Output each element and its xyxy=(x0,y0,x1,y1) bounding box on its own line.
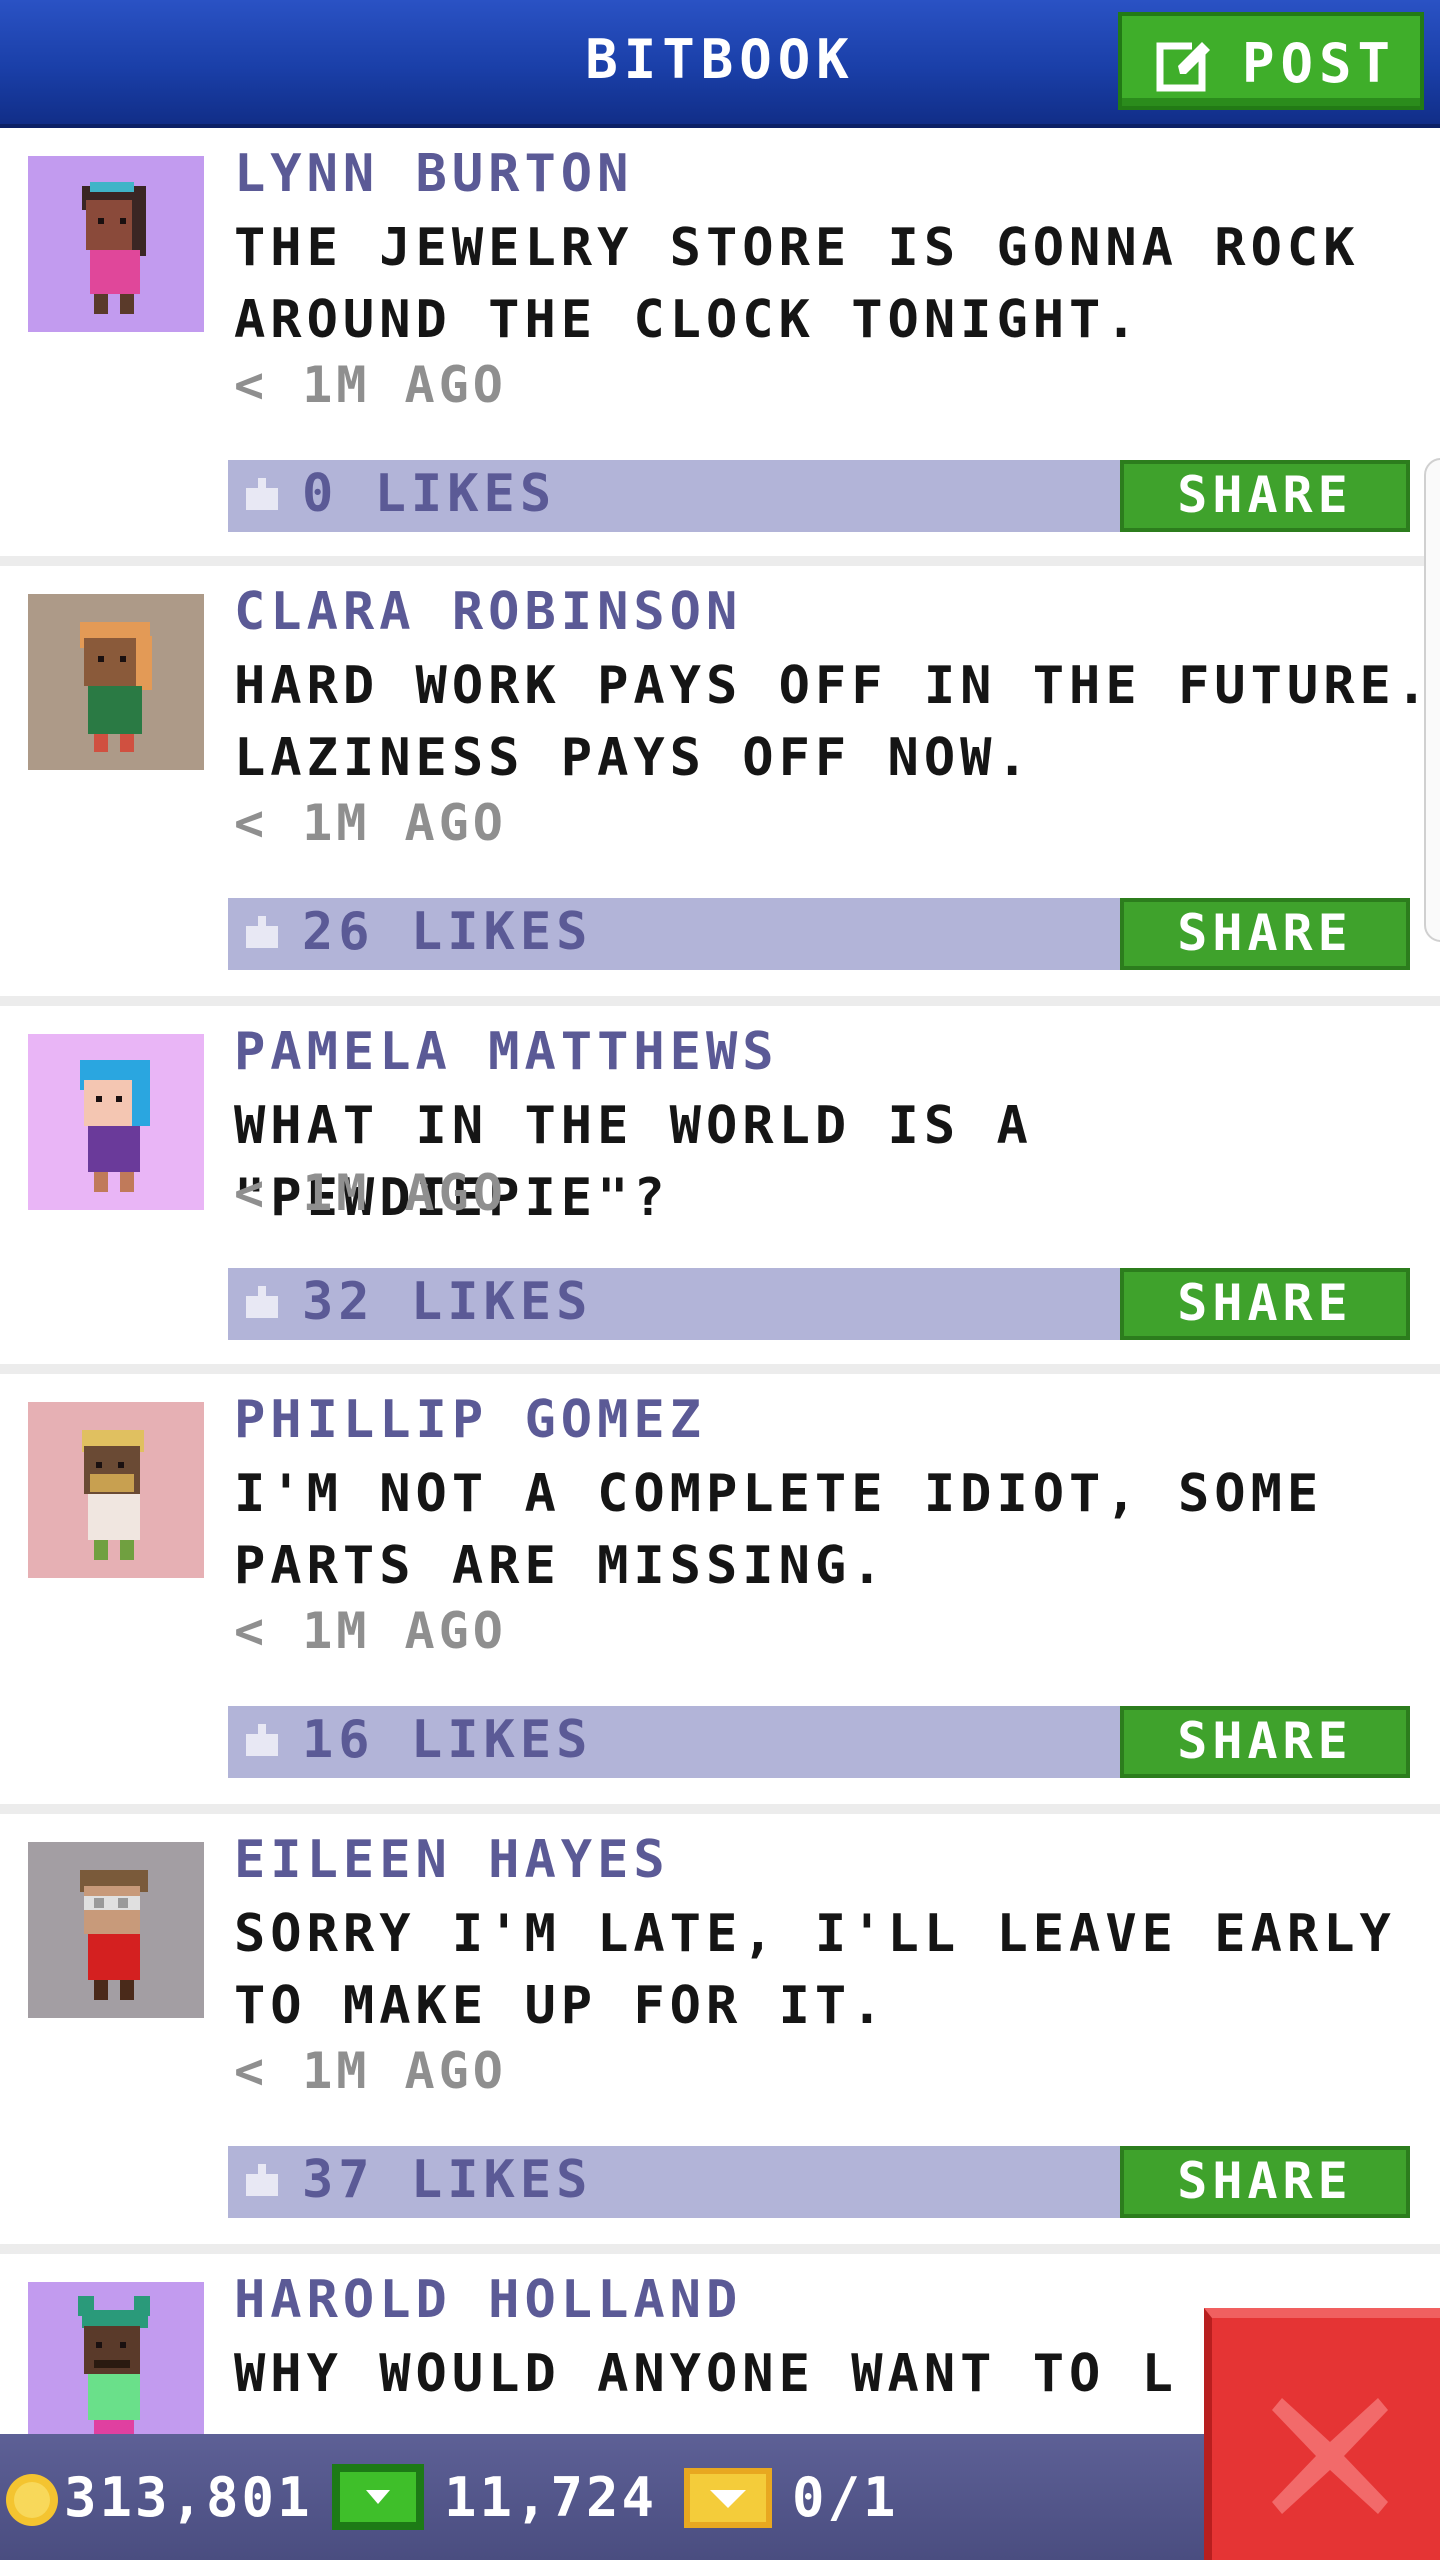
post-author[interactable]: LYNN BURTON xyxy=(234,144,633,204)
tickets-count: 0/1 xyxy=(792,2466,899,2529)
post-time: < 1M AGO xyxy=(234,356,507,414)
thumbs-up-icon xyxy=(246,1286,278,1318)
post-author[interactable]: PAMELA MATTHEWS xyxy=(234,1022,779,1082)
post-author[interactable]: EILEEN HAYES xyxy=(234,1830,670,1890)
coins-count: 313,801 xyxy=(64,2466,313,2529)
post-time: < 1M AGO xyxy=(234,794,507,852)
avatar[interactable] xyxy=(28,594,204,770)
share-button[interactable]: SHARE xyxy=(1120,460,1410,532)
likes-bar: 37 LIKES SHARE xyxy=(228,2146,1410,2218)
share-button[interactable]: SHARE xyxy=(1120,1268,1410,1340)
post-message: SORRY I'M LATE, I'LL LEAVE EARLY TO MAKE… xyxy=(234,1904,1396,2036)
post-time: < 1M AGO xyxy=(234,1164,507,1222)
avatar-image xyxy=(28,1402,204,1578)
thumbs-up-icon xyxy=(246,478,278,510)
avatar[interactable] xyxy=(28,156,204,332)
close-button[interactable] xyxy=(1204,2308,1440,2560)
bux-icon xyxy=(332,2464,424,2530)
ticket-icon xyxy=(684,2468,772,2528)
post-message: I'M NOT A COMPLETE IDIOT, SOME PARTS ARE… xyxy=(234,1464,1324,1596)
tickets-stat: 0/1 xyxy=(684,2434,924,2560)
news-feed[interactable]: LYNN BURTON THE JEWELRY STORE IS GONNA R… xyxy=(0,128,1440,2434)
thumbs-up-icon xyxy=(246,916,278,948)
likes-count[interactable]: 37 LIKES xyxy=(302,2150,592,2210)
scrollbar[interactable] xyxy=(1424,458,1440,942)
avatar[interactable] xyxy=(28,2282,204,2434)
feed-post: PHILLIP GOMEZ I'M NOT A COMPLETE IDIOT, … xyxy=(0,1374,1440,1814)
post-button-label: POST xyxy=(1242,32,1397,95)
post-button[interactable]: POST xyxy=(1118,12,1424,110)
avatar-image xyxy=(28,2282,204,2434)
likes-count[interactable]: 0 LIKES xyxy=(302,464,556,524)
post-author[interactable]: PHILLIP GOMEZ xyxy=(234,1390,706,1450)
feed-post: PAMELA MATTHEWS WHAT IN THE WORLD IS A "… xyxy=(0,1006,1440,1374)
share-button[interactable]: SHARE xyxy=(1120,2146,1410,2218)
compose-icon xyxy=(1156,40,1214,92)
post-time: < 1M AGO xyxy=(234,2042,507,2100)
close-icon xyxy=(1272,2398,1388,2514)
coins-stat: 313,801 xyxy=(4,2434,314,2560)
avatar[interactable] xyxy=(28,1034,204,1210)
avatar[interactable] xyxy=(28,1842,204,2018)
bux-stat: 11,724 xyxy=(332,2434,672,2560)
avatar-image xyxy=(28,1034,204,1210)
likes-bar: 16 LIKES SHARE xyxy=(228,1706,1410,1778)
feed-post: CLARA ROBINSON HARD WORK PAYS OFF IN THE… xyxy=(0,566,1440,1006)
post-author[interactable]: HAROLD HOLLAND xyxy=(234,2270,742,2330)
app-header: BITBOOK POST xyxy=(0,0,1440,128)
thumbs-up-icon xyxy=(246,2164,278,2196)
thumbs-up-icon xyxy=(246,1724,278,1756)
coin-icon xyxy=(6,2474,58,2526)
avatar-image xyxy=(28,594,204,770)
likes-bar: 0 LIKES SHARE xyxy=(228,460,1410,532)
avatar-image xyxy=(28,156,204,332)
share-button[interactable]: SHARE xyxy=(1120,1706,1410,1778)
likes-count[interactable]: 16 LIKES xyxy=(302,1710,592,1770)
share-button[interactable]: SHARE xyxy=(1120,898,1410,970)
post-message: THE JEWELRY STORE IS GONNA ROCK AROUND T… xyxy=(234,218,1360,350)
likes-count[interactable]: 32 LIKES xyxy=(302,1272,592,1332)
avatar-image xyxy=(28,1842,204,2018)
bux-count: 11,724 xyxy=(444,2466,658,2529)
likes-bar: 32 LIKES SHARE xyxy=(228,1268,1410,1340)
avatar[interactable] xyxy=(28,1402,204,1578)
post-author[interactable]: CLARA ROBINSON xyxy=(234,582,742,642)
post-time: < 1M AGO xyxy=(234,1602,507,1660)
likes-count[interactable]: 26 LIKES xyxy=(302,902,592,962)
feed-post: EILEEN HAYES SORRY I'M LATE, I'LL LEAVE … xyxy=(0,1814,1440,2254)
post-message: HARD WORK PAYS OFF IN THE FUTURE. LAZINE… xyxy=(234,656,1433,788)
likes-bar: 26 LIKES SHARE xyxy=(228,898,1410,970)
feed-post: LYNN BURTON THE JEWELRY STORE IS GONNA R… xyxy=(0,128,1440,566)
